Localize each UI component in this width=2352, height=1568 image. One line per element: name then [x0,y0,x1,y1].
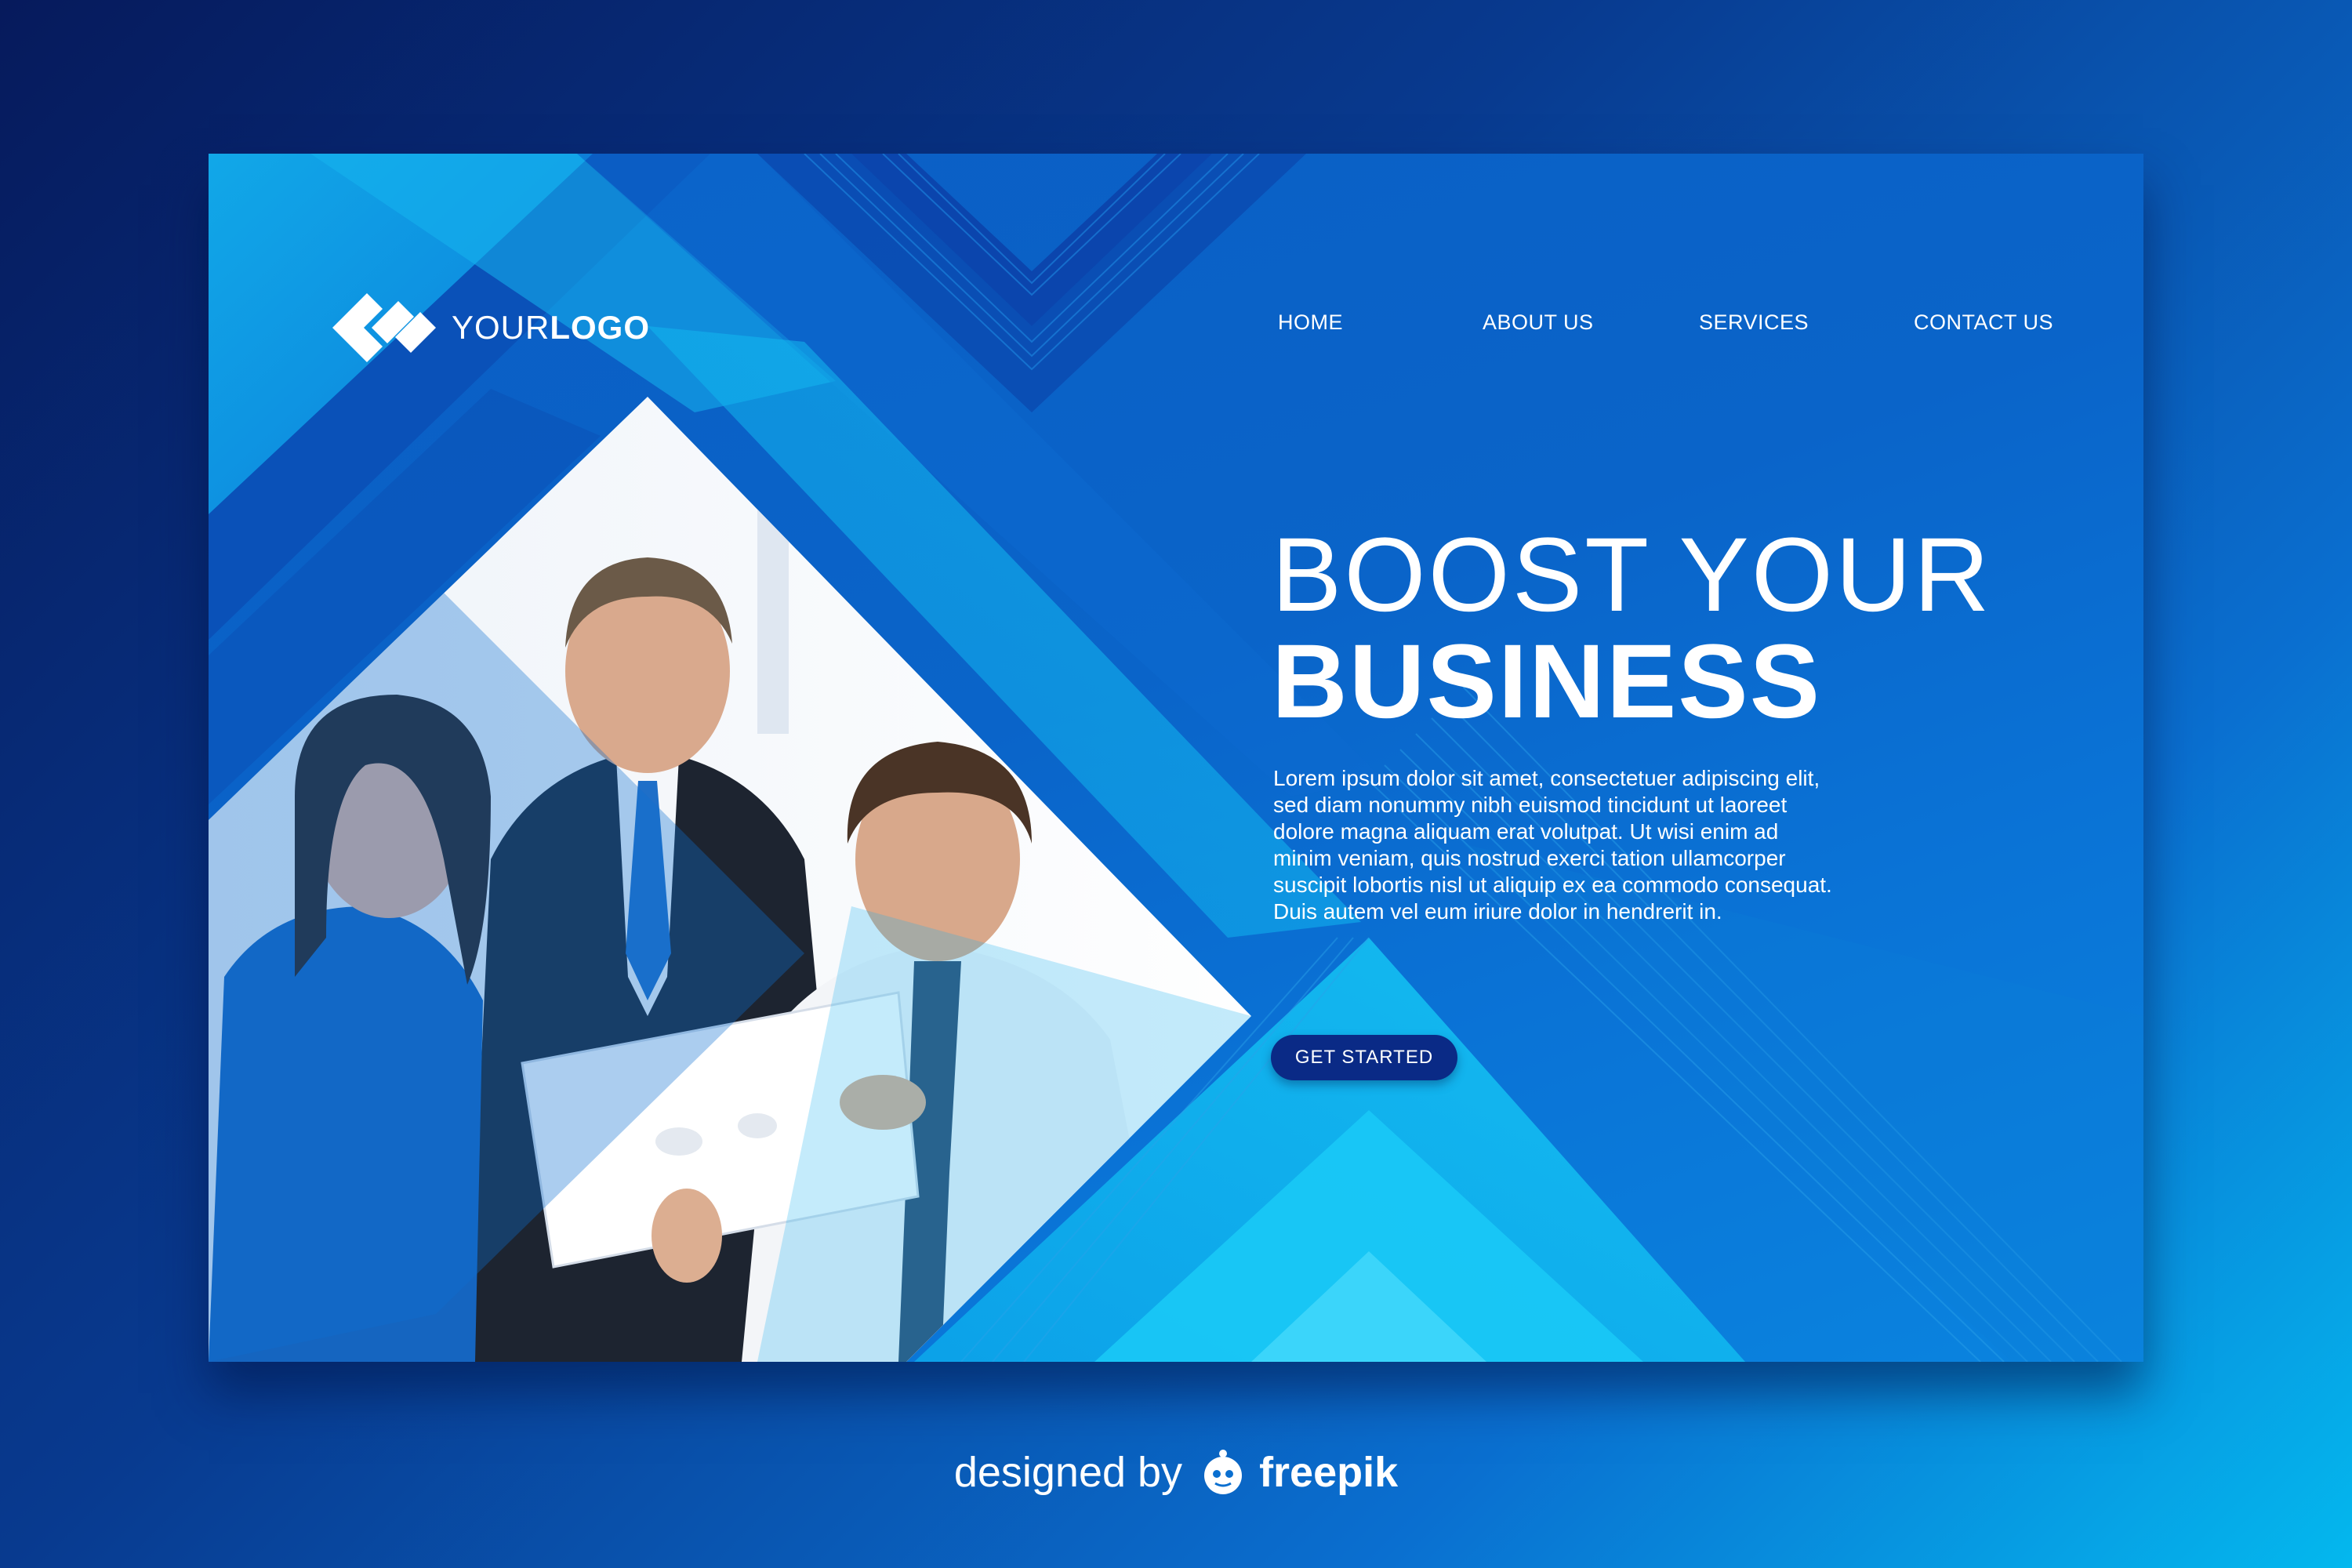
nav-home-link[interactable]: HOME [1278,310,1343,335]
credit-brand: freepik [1259,1449,1399,1496]
nav-about-us-link[interactable]: ABOUT US [1483,310,1594,335]
hero-title-line1: BOOST YOUR [1272,517,1992,633]
brand-logo[interactable]: YOURLOGO [332,292,650,364]
freepik-mascot-icon [1204,1450,1243,1494]
get-started-button[interactable]: GET STARTED [1271,1035,1457,1080]
top-navigation: HOME ABOUT US SERVICES CONTACT US [1278,310,2062,350]
landing-page-card: YOURLOGO HOME ABOUT US SERVICES CONTACT … [209,154,2143,1362]
nav-contact-us-link[interactable]: CONTACT US [1914,310,2053,335]
designer-credit: designed by freepik [0,1447,2352,1497]
credit-prefix: designed by [953,1449,1183,1496]
logo-diamond-icon [332,293,436,362]
logo-text: YOURLOGO [452,309,651,346]
nav-services-link[interactable]: SERVICES [1699,310,1809,335]
hero-headline: BOOST YOUR BUSINESS [1272,522,2056,735]
hero-description: Lorem ipsum dolor sit amet, consectetuer… [1273,766,1832,924]
hero-title-line2: BUSINESS [1272,623,1822,740]
